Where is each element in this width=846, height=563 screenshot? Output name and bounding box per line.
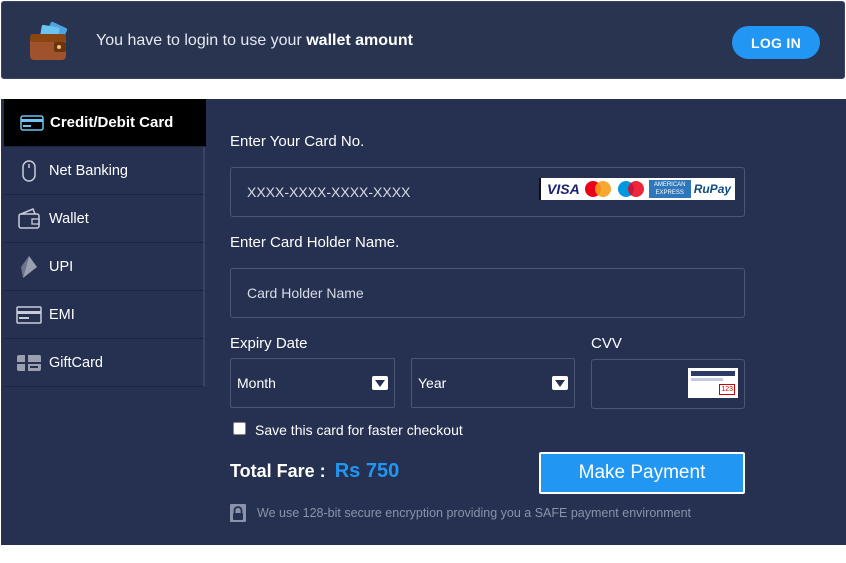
card-holder-input[interactable] (231, 269, 744, 317)
sidebar-item-label: EMI (49, 306, 75, 323)
sidebar-item-upi[interactable]: UPI (3, 243, 205, 291)
wallet-outline-icon (15, 207, 43, 231)
sidebar-item-label: Net Banking (49, 162, 128, 179)
save-card-label: Save this card for faster checkout (255, 422, 463, 438)
save-card-row[interactable]: Save this card for faster checkout (233, 421, 463, 438)
gift-card-icon (15, 351, 43, 375)
month-select[interactable]: Month (230, 358, 395, 408)
credit-card-icon (18, 111, 46, 135)
cvv-input[interactable] (592, 360, 682, 408)
sidebar-item-emi[interactable]: EMI (3, 291, 205, 339)
amex-logo: AMERICAN EXPRESS (648, 180, 691, 198)
mastercard-logo (583, 180, 613, 198)
sidebar-item-giftcard[interactable]: GiftCard (3, 339, 205, 387)
chevron-down-icon (552, 376, 568, 390)
secure-note-text: We use 128-bit secure encryption providi… (257, 506, 692, 520)
cvv-field[interactable]: 123 (591, 359, 745, 409)
secure-note: We use 128-bit secure encryption providi… (230, 504, 691, 522)
chevron-down-icon (372, 376, 388, 390)
login-message: You have to login to use your wallet amo… (96, 32, 413, 49)
year-select[interactable]: Year (411, 358, 575, 408)
sidebar-item-label: Wallet (49, 210, 89, 227)
card-brand-logos: VISA AMERICAN EXPRESS RuPay (539, 178, 735, 200)
expiry-date-label: Expiry Date (230, 335, 308, 352)
sidebar-item-credit-debit-card[interactable]: Credit/Debit Card (4, 99, 206, 147)
sidebar-item-net-banking[interactable]: Net Banking (3, 147, 205, 195)
card-holder-label: Enter Card Holder Name. (230, 234, 400, 251)
payment-panel: Credit/Debit Card Net Banking Wallet UPI (1, 99, 846, 545)
month-select-value: Month (237, 375, 276, 391)
total-fare-amount: Rs 750 (334, 460, 400, 482)
upi-icon (15, 255, 43, 279)
wallet-icon (30, 21, 68, 60)
mouse-icon (15, 159, 43, 183)
login-button[interactable]: LOG IN (732, 26, 820, 59)
emi-card-icon (15, 303, 43, 327)
login-banner: You have to login to use your wallet amo… (1, 1, 845, 79)
rupay-logo: RuPay (693, 182, 732, 196)
payment-methods-sidebar: Credit/Debit Card Net Banking Wallet UPI (1, 99, 206, 545)
save-card-checkbox[interactable] (233, 421, 246, 435)
cvv-hint: 123 (719, 384, 735, 395)
maestro-logo (616, 180, 646, 198)
lock-icon (230, 504, 246, 522)
sidebar-item-label: Credit/Debit Card (50, 114, 174, 131)
total-fare-label: Total Fare : (230, 461, 326, 481)
cvv-label: CVV (591, 335, 622, 352)
sidebar-item-wallet[interactable]: Wallet (3, 195, 205, 243)
sidebar-item-label: UPI (49, 258, 74, 275)
year-select-value: Year (418, 375, 447, 391)
visa-logo: VISA (547, 181, 580, 197)
card-number-field[interactable]: VISA AMERICAN EXPRESS RuPay (230, 167, 745, 217)
cvv-card-icon: 123 (688, 368, 738, 398)
card-number-label: Enter Your Card No. (230, 133, 365, 150)
make-payment-button[interactable]: Make Payment (539, 452, 745, 494)
total-fare: Total Fare : Rs 750 (230, 460, 399, 483)
sidebar-item-label: GiftCard (49, 354, 103, 371)
wallet-amount-text: wallet amount (306, 32, 413, 49)
card-holder-field[interactable] (230, 268, 745, 318)
